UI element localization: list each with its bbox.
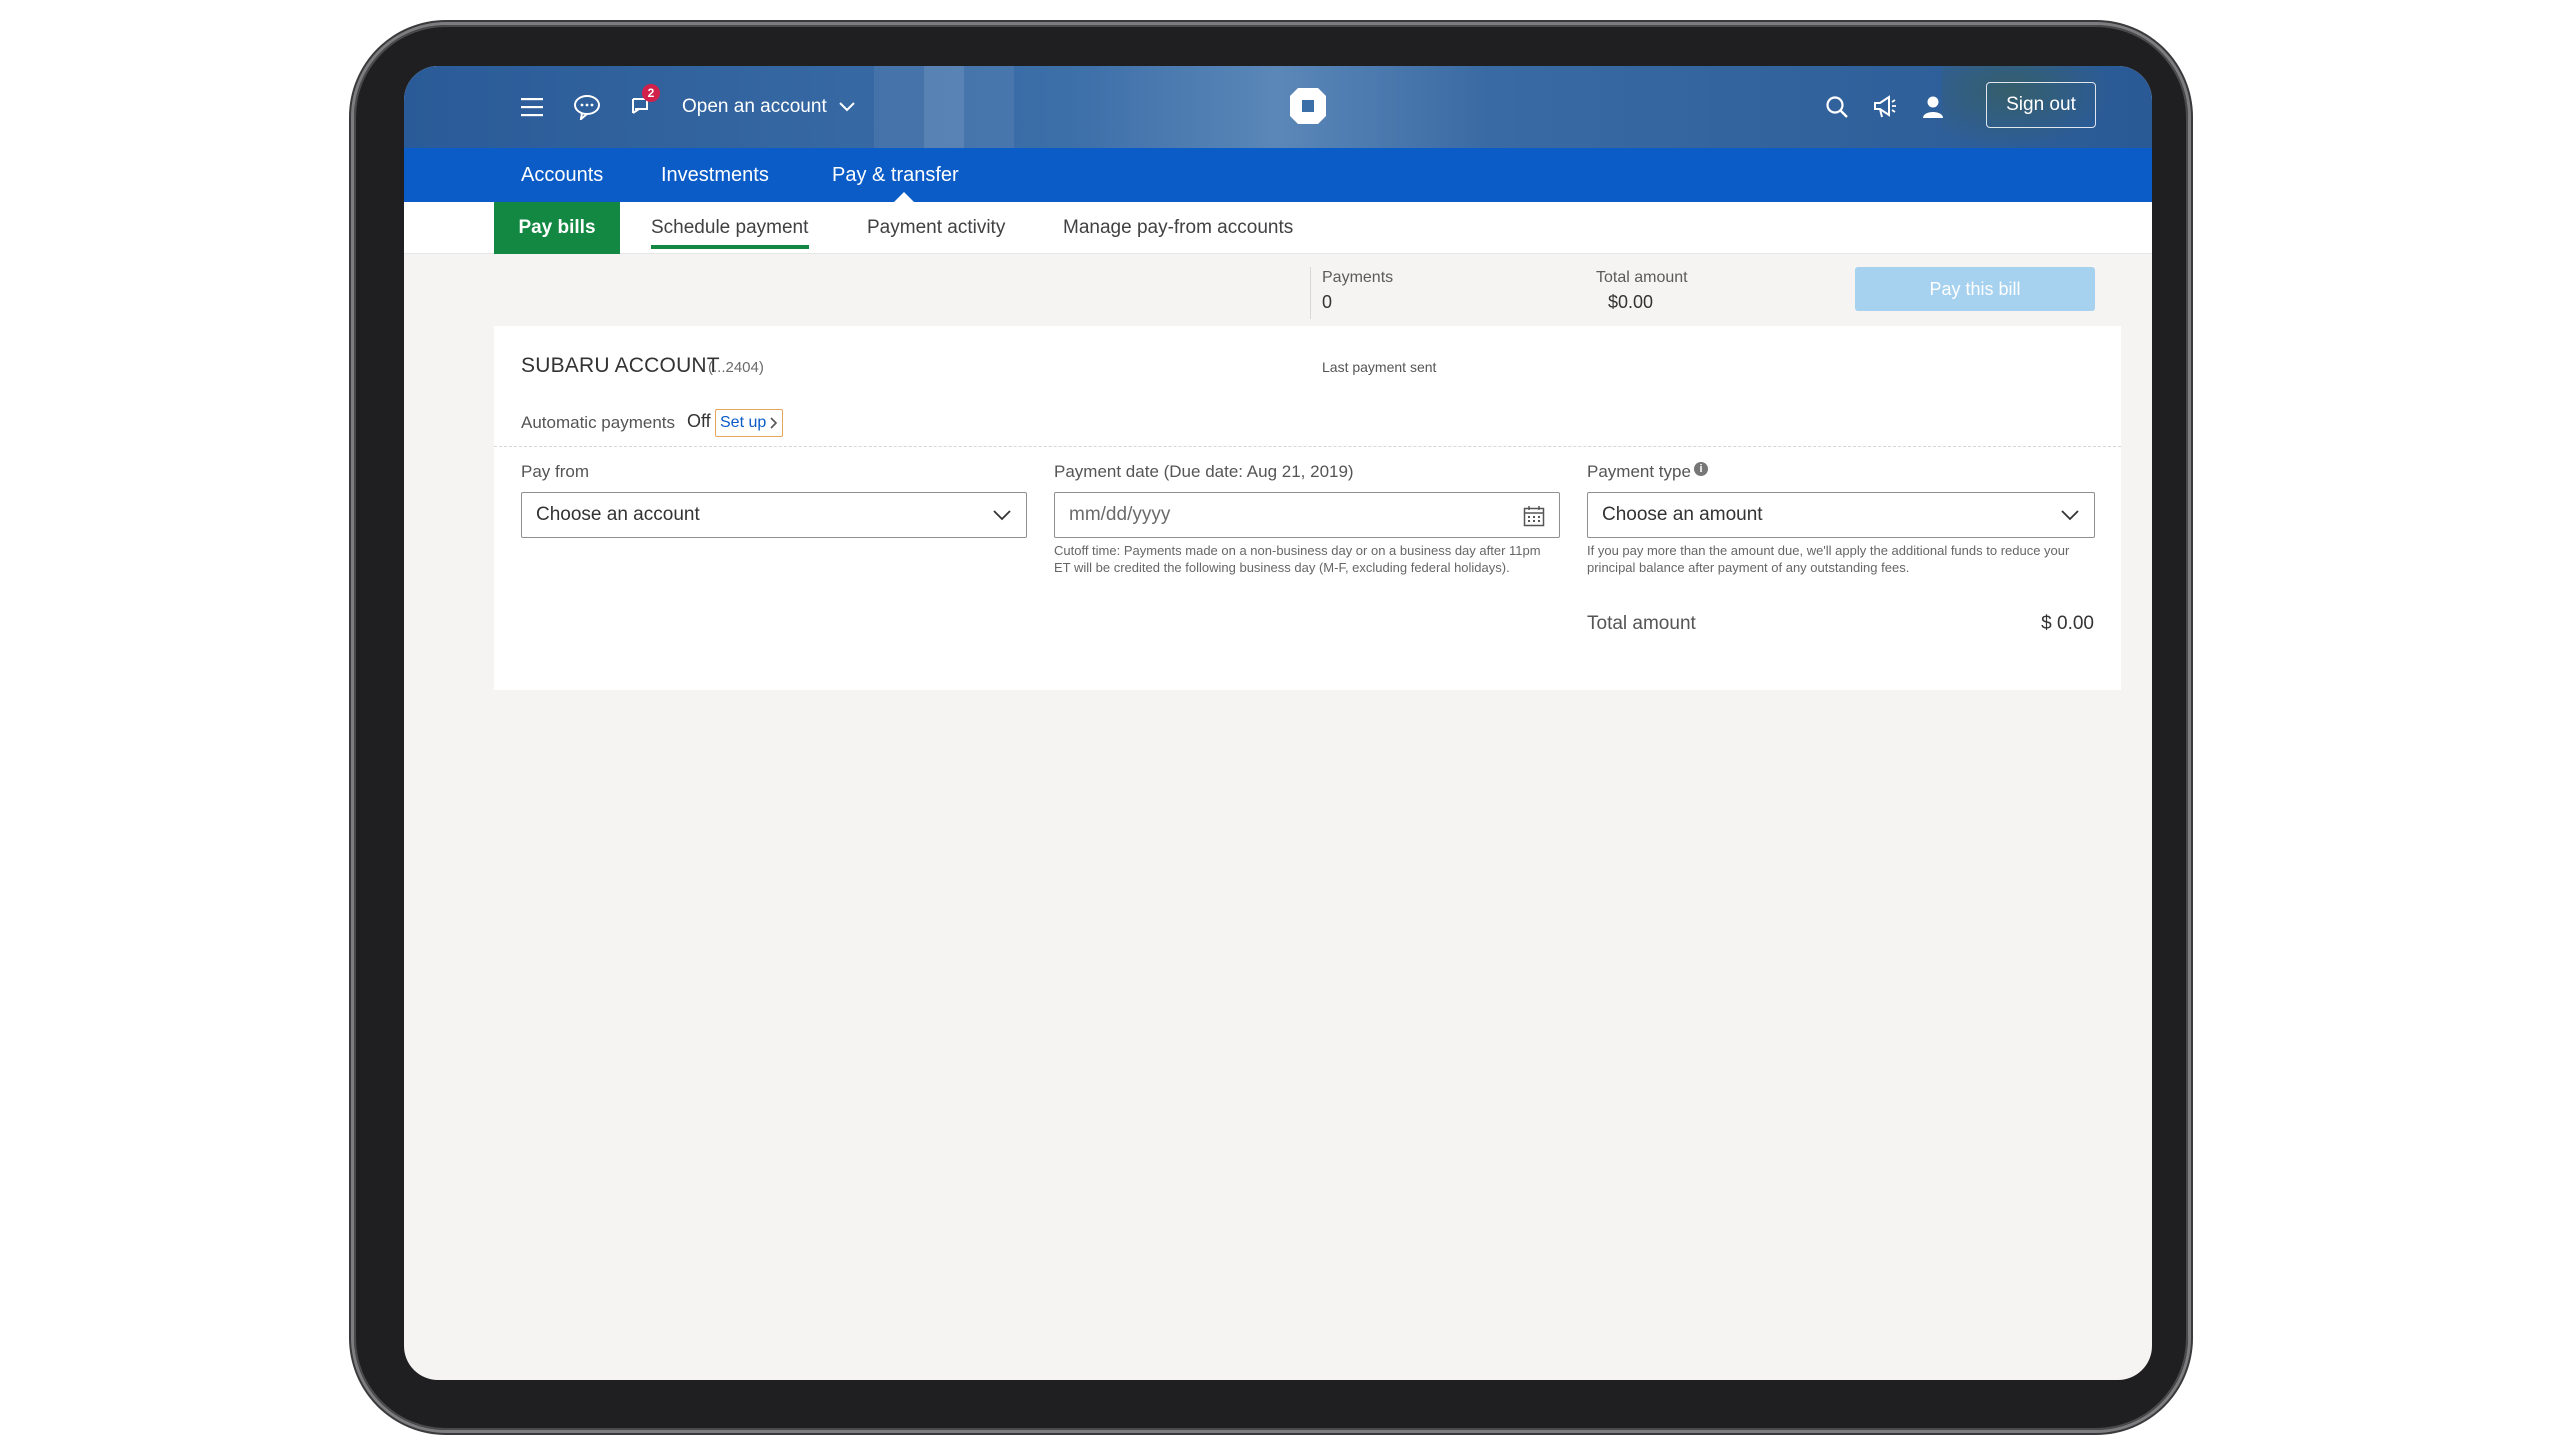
open-account-dropdown[interactable]: Open an account [682, 90, 855, 124]
pay-this-bill-button[interactable]: Pay this bill [1855, 267, 2095, 311]
active-nav-caret [894, 192, 914, 202]
menu-icon[interactable] [516, 90, 550, 124]
calendar-icon[interactable] [1523, 505, 1545, 527]
summary-total-value: $0.00 [1608, 292, 1654, 312]
payment-type-label: Payment type [1587, 462, 1691, 481]
payment-type-value: Choose an amount [1602, 504, 1763, 525]
megaphone-icon[interactable] [1868, 90, 1902, 124]
automatic-payments-label: Automatic payments [521, 413, 676, 432]
sign-out-button[interactable]: Sign out [1986, 82, 2096, 128]
chevron-right-icon [770, 417, 778, 429]
setup-label: Set up [720, 414, 767, 431]
payment-type-select[interactable]: Choose an amount [1587, 492, 2095, 538]
tab-selected-underline [651, 245, 809, 249]
setup-autopay-link[interactable]: Set up [715, 409, 784, 437]
open-account-label: Open an account [682, 96, 827, 117]
search-icon[interactable] [1820, 90, 1854, 124]
nav-investments[interactable]: Investments [661, 148, 769, 202]
tab-pay-bills[interactable]: Pay bills [494, 202, 620, 254]
last-payment-label: Last payment sent [1322, 359, 1437, 375]
info-icon[interactable]: i [1694, 462, 1708, 476]
summary-divider [1310, 267, 1311, 319]
total-amount-label: Total amount [1587, 613, 1696, 634]
account-name: SUBARU ACCOUNT [521, 354, 720, 377]
app-screen: 2 Open an account Sign out Accounts Inve… [404, 66, 2152, 1380]
chase-logo[interactable] [1288, 86, 1328, 126]
chevron-down-icon [839, 102, 855, 112]
chat-icon[interactable] [570, 90, 604, 124]
section-divider [494, 446, 2121, 447]
payment-date-placeholder: mm/dd/yyyy [1069, 504, 1171, 525]
main-navigation: Accounts Investments Pay & transfer [404, 148, 2152, 202]
chevron-down-icon [993, 510, 1011, 521]
pay-from-value: Choose an account [536, 504, 700, 525]
header-background-building [924, 66, 964, 148]
chevron-down-icon [2061, 510, 2079, 521]
notification-badge: 2 [642, 84, 660, 102]
total-amount-value: $ 0.00 [2041, 613, 2094, 634]
tab-payment-activity[interactable]: Payment activity [867, 202, 1005, 254]
payment-date-label: Payment date (Due date: Aug 21, 2019) [1054, 462, 1354, 481]
pay-from-label: Pay from [521, 462, 590, 481]
automatic-payments-status: Off [687, 411, 711, 431]
payment-date-input[interactable]: mm/dd/yyyy [1054, 492, 1560, 538]
payments-count: 0 [1322, 292, 1333, 312]
cutoff-time-help: Cutoff time: Payments made on a non-busi… [1054, 543, 1541, 575]
payments-label: Payments [1322, 269, 1394, 286]
pay-from-select[interactable]: Choose an account [521, 492, 1027, 538]
top-header: 2 Open an account Sign out [404, 66, 2152, 148]
summary-total-label: Total amount [1596, 269, 1688, 286]
account-number-mask: (...2404) [708, 359, 764, 376]
tab-manage-pay-from-accounts[interactable]: Manage pay-from accounts [1063, 202, 1293, 254]
nav-accounts[interactable]: Accounts [521, 148, 603, 202]
profile-icon[interactable] [1916, 90, 1950, 124]
payment-type-help: If you pay more than the amount due, we'… [1587, 543, 2070, 575]
